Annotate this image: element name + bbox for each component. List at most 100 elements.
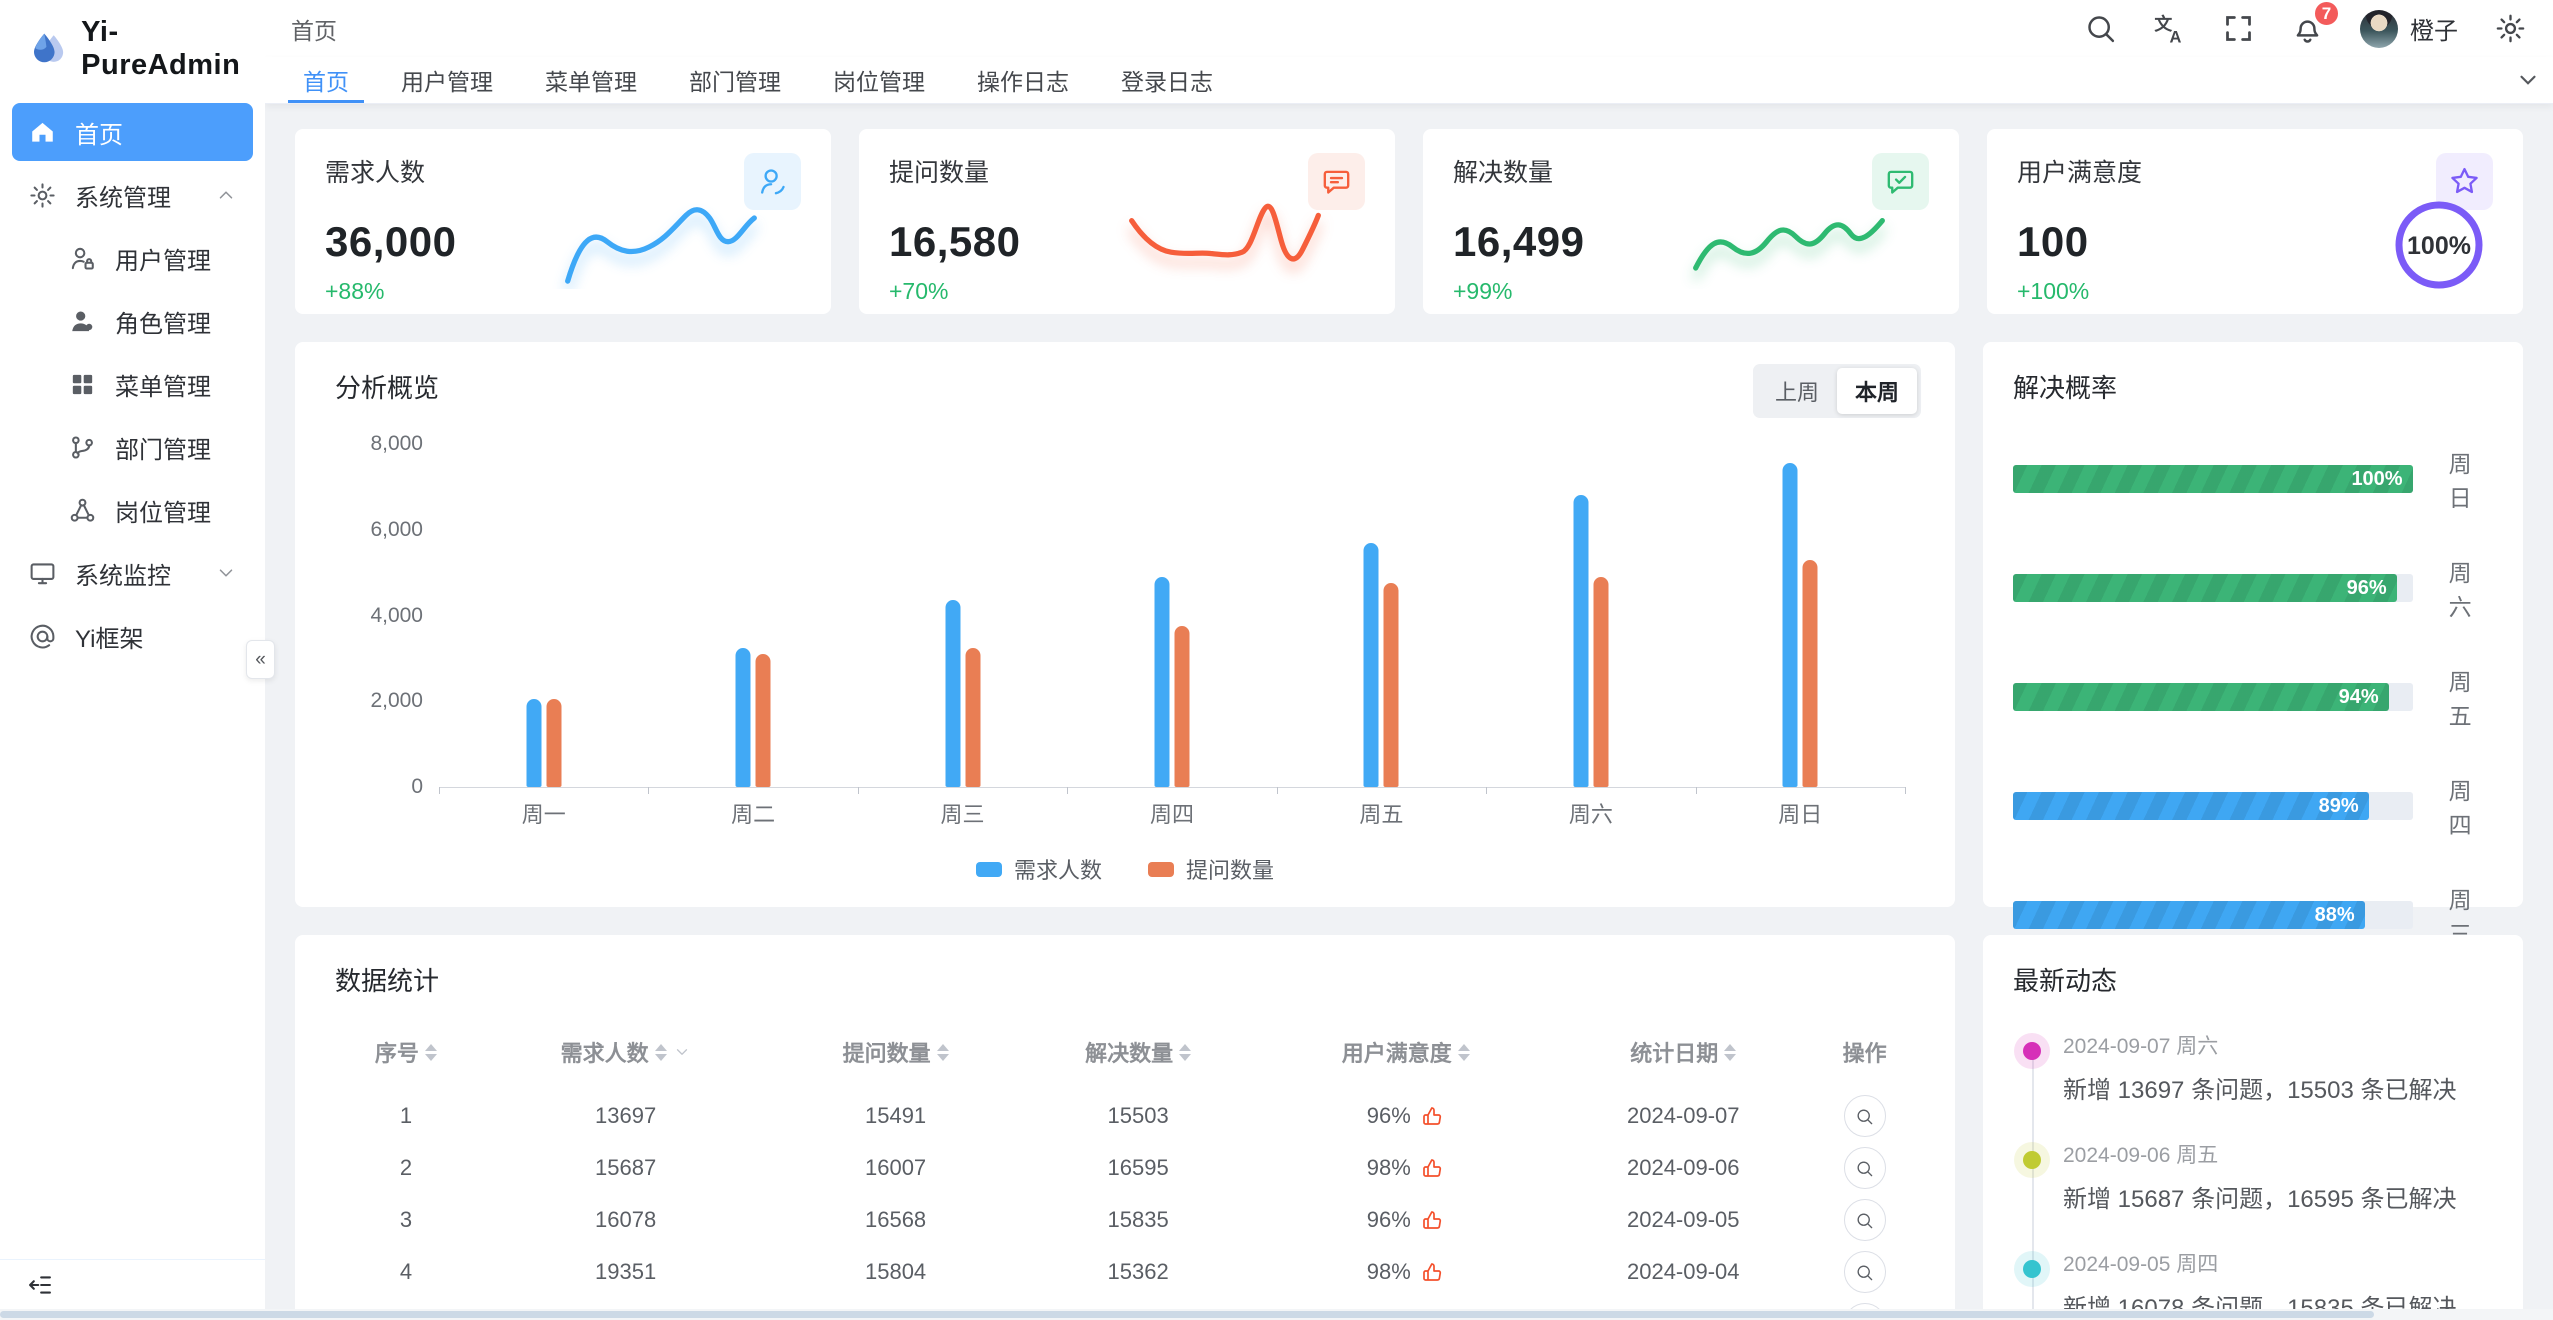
tab-5[interactable]: 操作日志 — [960, 57, 1086, 103]
sort-icon[interactable] — [425, 1044, 437, 1061]
cell-date: 2024-09-05 — [1552, 1194, 1814, 1246]
tab-label: 登录日志 — [1121, 63, 1213, 97]
table-row-1: 2156871600716595 98% 2024-09-06 — [335, 1142, 1915, 1194]
tabbar-chevron-down-icon[interactable] — [2515, 67, 2541, 93]
at-icon — [28, 622, 57, 651]
cell-solved: 15503 — [1017, 1090, 1260, 1142]
monitor-icon — [28, 559, 57, 588]
prob-track: 94% — [2013, 683, 2413, 711]
sidebar-subitem-label: 岗位管理 — [115, 493, 211, 528]
sidebar-subitem-1-0[interactable]: 用户管理 — [12, 229, 253, 287]
sort-icon[interactable] — [655, 1044, 667, 1061]
timeline-text: 新增 15687 条问题，16595 条已解决 — [2063, 1179, 2493, 1214]
sidebar-subitem-1-3[interactable]: 部门管理 — [12, 418, 253, 476]
collapse-sidebar-icon[interactable] — [26, 1271, 54, 1299]
sidebar: Yi-PureAdmin 首页 系统管理 用户管理 角色管理 菜单管理 部门管理… — [0, 0, 265, 1320]
filter-chevron-down-icon[interactable] — [673, 1043, 691, 1061]
view-row-button[interactable] — [1844, 1095, 1886, 1137]
column-header-3: 解决数量 — [1017, 1020, 1260, 1090]
translate-icon[interactable]: 文A — [2153, 12, 2186, 45]
tab-4[interactable]: 岗位管理 — [816, 57, 942, 103]
bell-icon[interactable]: 7 — [2291, 12, 2324, 45]
satisfaction-value: 96% — [1367, 1207, 1411, 1233]
tab-0[interactable]: 首页 — [286, 57, 366, 103]
cell-satisfaction: 98% — [1259, 1142, 1552, 1194]
tab-label: 首页 — [303, 63, 349, 97]
search-icon[interactable] — [2084, 12, 2117, 45]
view-row-button[interactable] — [1844, 1147, 1886, 1189]
column-header-6: 操作 — [1814, 1020, 1915, 1090]
timeline-text: 新增 13697 条问题，15503 条已解决 — [2063, 1070, 2493, 1105]
sidebar-collapse-tab[interactable]: « — [246, 640, 275, 679]
sidebar-item-label: 系统管理 — [75, 178, 171, 213]
magnifier-icon — [1855, 1107, 1874, 1126]
tab-3[interactable]: 部门管理 — [672, 57, 798, 103]
chevron-up-icon — [215, 184, 237, 206]
tabbar: 首页 用户管理 菜单管理 部门管理 岗位管理 操作日志 登录日志 — [265, 57, 2553, 104]
tab-label: 操作日志 — [977, 63, 1069, 97]
toggle-1[interactable]: 本周 — [1837, 368, 1917, 414]
prob-value: 96% — [2347, 577, 2387, 600]
prob-track: 89% — [2013, 792, 2413, 820]
bar-需求人数 — [736, 648, 751, 787]
prob-fill: 88% — [2013, 901, 2365, 929]
prob-value: 88% — [2315, 904, 2355, 927]
breadcrumb[interactable]: 首页 — [291, 12, 337, 46]
tab-label: 菜单管理 — [545, 63, 637, 97]
user-menu[interactable]: 橙子 — [2360, 10, 2458, 48]
cell-questions: 16568 — [774, 1194, 1017, 1246]
x-axis-label: 周五 — [1359, 797, 1403, 829]
legend-item[interactable]: 需求人数 — [976, 853, 1102, 885]
bar-group-周六 — [1573, 495, 1608, 787]
table-row-2: 3160781656815835 96% 2024-09-05 — [335, 1194, 1915, 1246]
y-axis-label: 4,000 — [335, 604, 423, 628]
main-content: 需求人数 36,000 +88% 提问数量 16,580 +70% 解决数量 — [265, 103, 2553, 1320]
sidebar-item-3[interactable]: Yi框架 — [12, 607, 253, 665]
cell-action — [1814, 1246, 1915, 1298]
middle-row: 分析概览 上周本周 02,0004,0006,0008,000周一周二周三周四周… — [295, 342, 2523, 907]
cell-index: 1 — [335, 1090, 477, 1142]
toggle-0[interactable]: 上周 — [1757, 368, 1837, 414]
sort-icon[interactable] — [1724, 1044, 1736, 1061]
thumb-up-icon — [1421, 1104, 1445, 1128]
sort-icon[interactable] — [1179, 1044, 1191, 1061]
sidebar-item-label: 首页 — [75, 115, 123, 150]
column-header-0: 序号 — [335, 1020, 477, 1090]
tab-1[interactable]: 用户管理 — [384, 57, 510, 103]
cell-satisfaction: 98% — [1259, 1246, 1552, 1298]
legend-item[interactable]: 提问数量 — [1148, 853, 1274, 885]
avatar — [2360, 10, 2398, 48]
x-axis-tick — [1696, 787, 1697, 794]
view-row-button[interactable] — [1844, 1199, 1886, 1241]
fullscreen-icon[interactable] — [2222, 12, 2255, 45]
sidebar-item-0[interactable]: 首页 — [12, 103, 253, 161]
table-row-3: 4193511580415362 98% 2024-09-04 — [335, 1246, 1915, 1298]
stat-card-title: 需求人数 — [325, 153, 425, 189]
sidebar-item-2[interactable]: 系统监控 — [12, 544, 253, 602]
column-label: 统计日期 — [1630, 1036, 1718, 1068]
tab-2[interactable]: 菜单管理 — [528, 57, 654, 103]
timeline-item-0: 2024-09-07 周六 新增 13697 条问题，15503 条已解决 — [2063, 1026, 2493, 1105]
app-logo[interactable]: Yi-PureAdmin — [0, 0, 265, 92]
timeline-date: 2024-09-05 周四 — [2063, 1244, 2493, 1278]
settings-gear-icon[interactable] — [2494, 12, 2527, 45]
bar-chart: 02,0004,0006,0008,000周一周二周三周四周五周六周日 — [335, 438, 1911, 838]
cell-solved: 15362 — [1017, 1246, 1260, 1298]
bar-提问数量 — [1384, 583, 1399, 787]
view-row-button[interactable] — [1844, 1251, 1886, 1293]
sidebar-subitem-1-4[interactable]: 岗位管理 — [12, 481, 253, 539]
cell-demand: 15687 — [477, 1142, 774, 1194]
sidebar-item-1[interactable]: 系统管理 — [12, 166, 253, 224]
horizontal-scrollbar-thumb[interactable] — [0, 1311, 2374, 1318]
user-icon — [68, 307, 97, 336]
column-header-2: 提问数量 — [774, 1020, 1017, 1090]
sort-icon[interactable] — [1458, 1044, 1470, 1061]
sidebar-subitem-1-2[interactable]: 菜单管理 — [12, 355, 253, 413]
sidebar-subitem-1-1[interactable]: 角色管理 — [12, 292, 253, 350]
tab-list: 首页 用户管理 菜单管理 部门管理 岗位管理 操作日志 登录日志 — [277, 57, 1239, 103]
bar-提问数量 — [756, 654, 771, 787]
sort-icon[interactable] — [937, 1044, 949, 1061]
bar-需求人数 — [1364, 543, 1379, 787]
tab-6[interactable]: 登录日志 — [1104, 57, 1230, 103]
bar-group-周二 — [736, 648, 771, 787]
